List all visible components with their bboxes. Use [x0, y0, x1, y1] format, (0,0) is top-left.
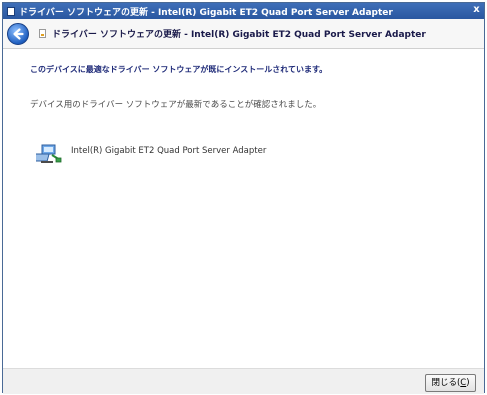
status-description: デバイス用のドライバー ソフトウェアが最新であることが確認されました。: [30, 100, 322, 110]
driver-update-window: ドライバー ソフトウェアの更新 - Intel(R) Gigabit ET2 Q…: [2, 2, 485, 394]
close-button-label-end: ): [466, 378, 470, 388]
window-title: ドライバー ソフトウェアの更新 - Intel(R) Gigabit ET2 Q…: [19, 7, 393, 18]
app-icon: [7, 6, 15, 16]
close-icon[interactable]: x: [471, 4, 482, 16]
footer-bar: 閉じる(C): [3, 368, 484, 394]
status-headline: このデバイスに最適なドライバー ソフトウェアが既にインストールされています。: [30, 65, 328, 74]
device-row: Intel(R) Gigabit ET2 Quad Port Server Ad…: [36, 143, 266, 165]
nav-bar: ドライバー ソフトウェアの更新 - Intel(R) Gigabit ET2 Q…: [3, 19, 484, 49]
page-title: ドライバー ソフトウェアの更新 - Intel(R) Gigabit ET2 Q…: [52, 30, 426, 40]
content-area: このデバイスに最適なドライバー ソフトウェアが既にインストールされています。 デ…: [3, 49, 484, 368]
back-arrow-icon: [13, 27, 24, 40]
title-bar[interactable]: ドライバー ソフトウェアの更新 - Intel(R) Gigabit ET2 Q…: [3, 3, 484, 19]
back-button[interactable]: [7, 22, 29, 45]
close-button-label: 閉じる(: [431, 378, 461, 388]
close-button[interactable]: 閉じる(C): [425, 374, 476, 392]
device-name: Intel(R) Gigabit ET2 Quad Port Server Ad…: [71, 146, 267, 156]
network-adapter-icon: [36, 144, 62, 163]
driver-doc-icon: [39, 29, 46, 38]
